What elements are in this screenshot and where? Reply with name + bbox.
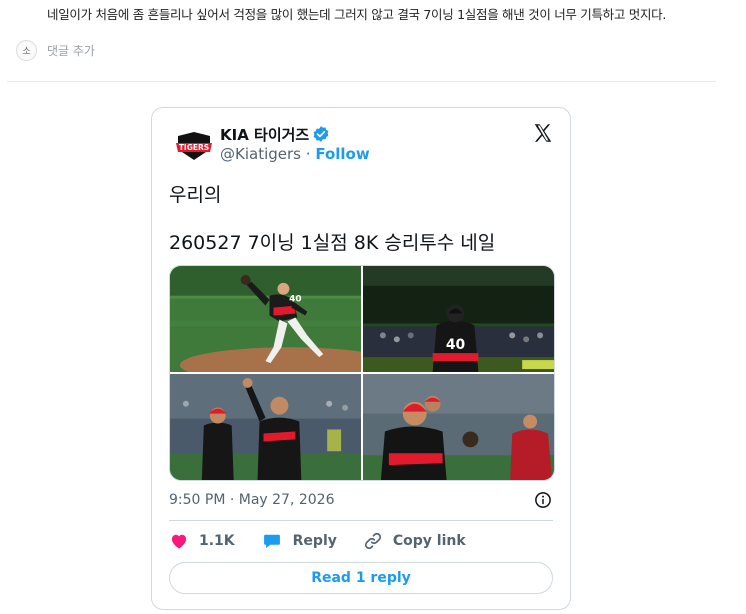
player-background bbox=[424, 395, 441, 412]
x-logo-icon[interactable] bbox=[532, 122, 554, 148]
account-name-line[interactable]: KIA 타이거즈 bbox=[220, 124, 370, 144]
link-icon bbox=[364, 532, 381, 550]
jersey-number-2: 40 bbox=[446, 337, 465, 353]
dot-separator: · bbox=[305, 145, 311, 163]
reply-button[interactable]: Reply bbox=[261, 531, 337, 551]
tweet-media-grid: 40 40 bbox=[169, 265, 555, 481]
media-photo-3[interactable] bbox=[170, 374, 361, 480]
copy-link-button[interactable]: Copy link bbox=[363, 531, 466, 551]
account-handle[interactable]: @Kiatigers bbox=[220, 145, 301, 163]
info-icon[interactable] bbox=[534, 491, 552, 513]
jersey-number-1: 40 bbox=[289, 295, 301, 305]
copy-link-label: Copy link bbox=[392, 533, 466, 549]
media-photo-1[interactable]: 40 bbox=[170, 266, 361, 372]
account-names: KIA 타이거즈 @Kiatigers · Follow bbox=[220, 124, 370, 164]
reply-row: 소 댓글 추가 bbox=[16, 40, 95, 61]
tweet-actions: 1.1K Reply Copy link bbox=[169, 531, 492, 551]
embedded-tweet[interactable]: TIGERS KIA 타이거즈 @Kiatigers · Follow 우리의 … bbox=[151, 107, 571, 610]
tweet-header: TIGERS KIA 타이거즈 @Kiatigers · Follow bbox=[172, 124, 370, 168]
tweet-timestamp[interactable]: 9:50 PM · May 27, 2026 bbox=[169, 492, 335, 508]
avatar: 소 bbox=[16, 40, 37, 61]
tweet-text-line1: 우리의 bbox=[169, 184, 222, 206]
reply-input[interactable]: 댓글 추가 bbox=[47, 42, 95, 59]
account-name[interactable]: KIA 타이거즈 bbox=[220, 124, 309, 145]
like-count: 1.1K bbox=[199, 533, 235, 549]
follow-button[interactable]: Follow bbox=[315, 145, 369, 163]
media-photo-4[interactable] bbox=[363, 374, 554, 480]
verified-badge-icon bbox=[312, 125, 330, 143]
reply-label: Reply bbox=[292, 533, 337, 549]
divider bbox=[7, 81, 716, 82]
logo-text: TIGERS bbox=[179, 143, 209, 152]
handle-line: @Kiatigers · Follow bbox=[220, 145, 370, 163]
reply-bubble-icon bbox=[263, 534, 280, 549]
actions-divider bbox=[169, 520, 553, 521]
tweet-text-line2: 260527 7이닝 1실점 8K 승리투수 네일 bbox=[169, 232, 496, 254]
tigers-logo-icon[interactable]: TIGERS bbox=[172, 124, 216, 168]
read-replies-button[interactable]: Read 1 reply bbox=[169, 562, 553, 594]
heart-icon bbox=[171, 534, 187, 549]
media-photo-2[interactable]: 40 bbox=[363, 266, 554, 372]
like-button[interactable]: 1.1K bbox=[169, 531, 235, 551]
comment-text: 네일이가 처음에 좀 흔들리나 싶어서 걱정을 많이 했는데 그러지 않고 결국… bbox=[47, 7, 667, 22]
